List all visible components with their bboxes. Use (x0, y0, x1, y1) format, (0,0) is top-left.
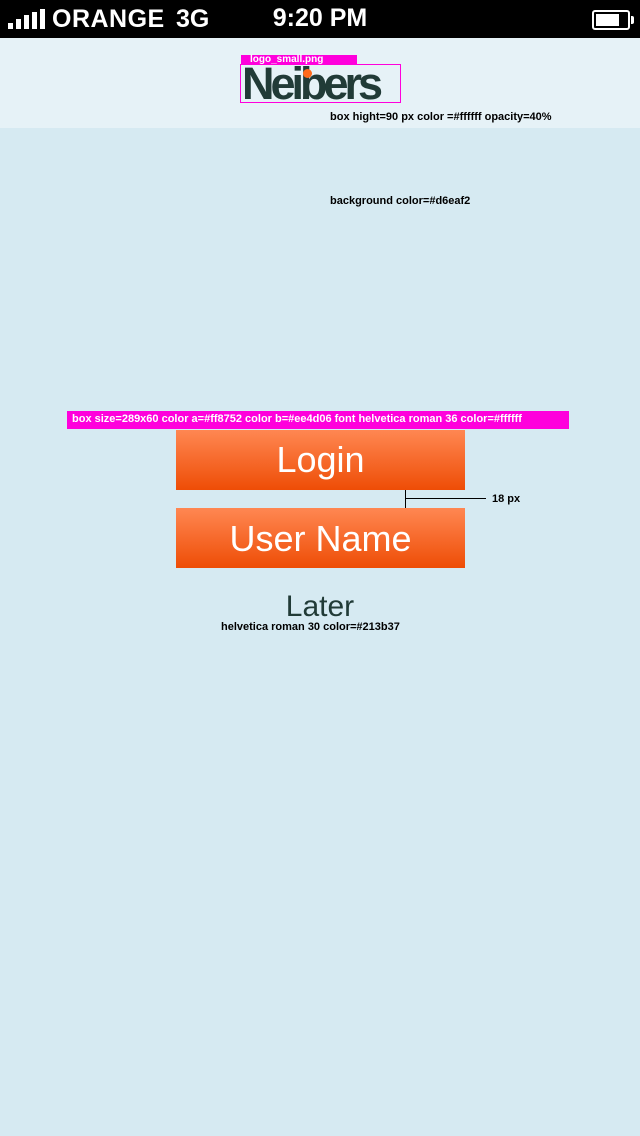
header-annotation: box hight=90 px color =#ffffff opacity=4… (330, 111, 552, 123)
battery-icon (592, 10, 634, 30)
later-annotation: helvetica roman 30 color=#213b37 (221, 621, 400, 633)
login-button[interactable]: Login (176, 430, 465, 490)
later-link[interactable]: Later (0, 590, 640, 624)
battery-level (596, 14, 619, 26)
button-spec-annotation: box size=289x60 color a=#ff8752 color b=… (67, 411, 569, 429)
gap-measure-line (405, 490, 406, 508)
status-bar: ORANGE 3G 9:20 PM (0, 0, 640, 38)
logo-dot (303, 69, 312, 78)
background-annotation: background color=#d6eaf2 (330, 195, 471, 207)
clock: 9:20 PM (272, 4, 368, 32)
gap-measure-leader (405, 498, 486, 499)
logo: Neibers (240, 64, 401, 103)
user-name-button[interactable]: User Name (176, 508, 465, 568)
gap-annotation: 18 px (492, 493, 521, 505)
